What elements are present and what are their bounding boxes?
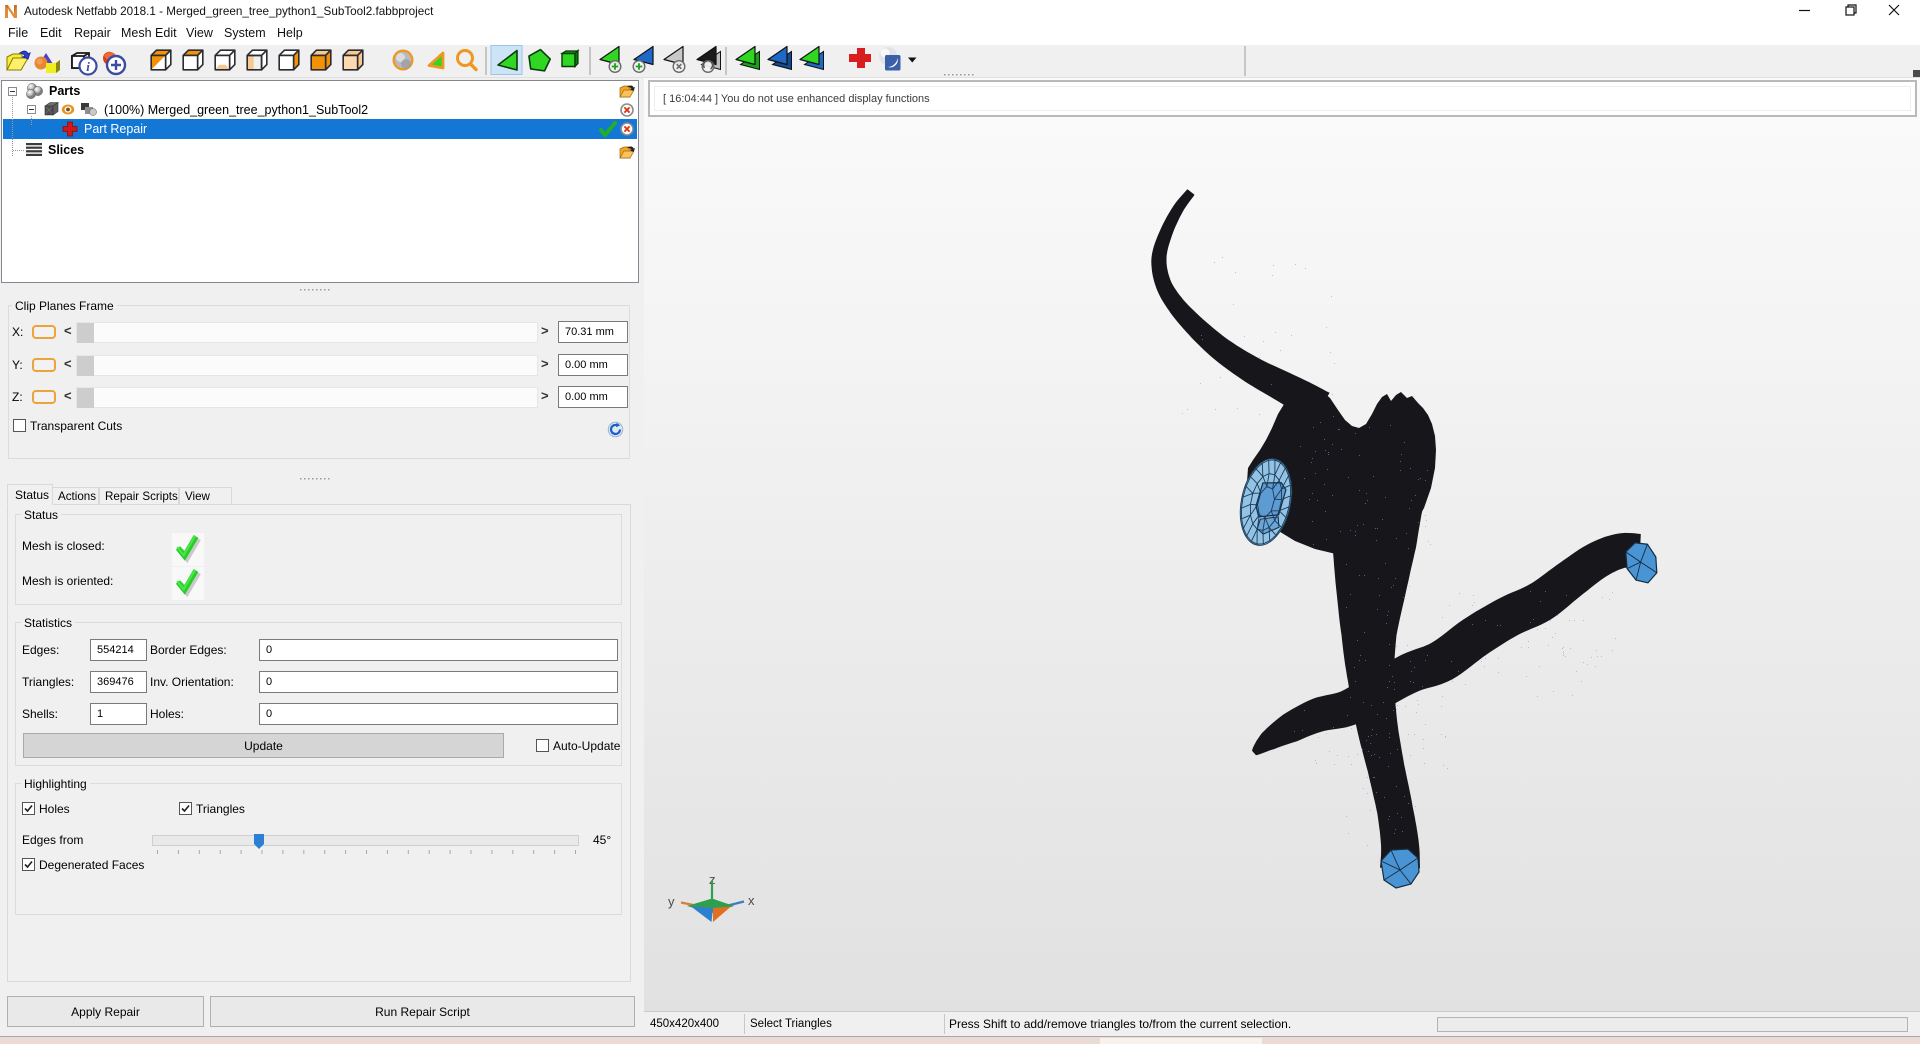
svg-text:x: x [748,893,755,908]
svg-text:y: y [668,894,675,909]
svg-text:i: i [86,59,90,74]
